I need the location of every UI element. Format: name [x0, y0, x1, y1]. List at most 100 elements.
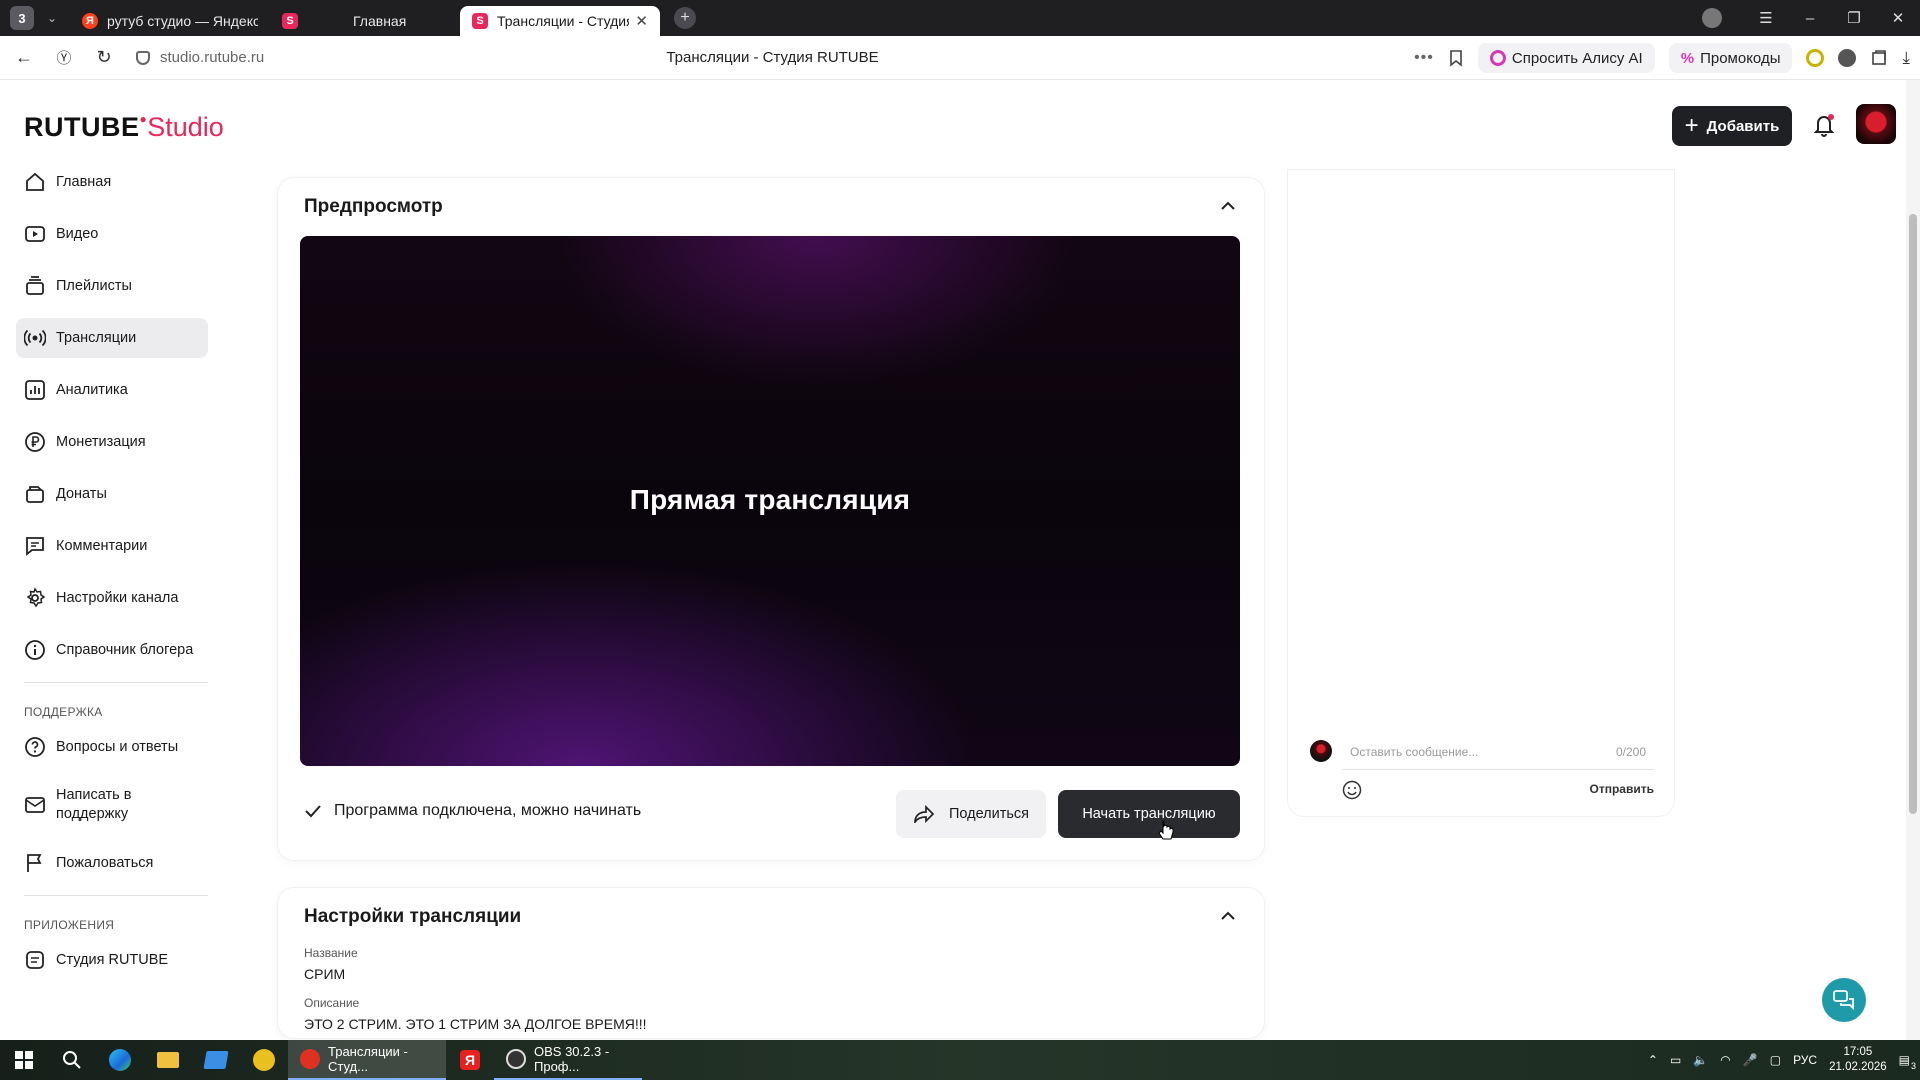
emoji-icon[interactable] [1342, 780, 1362, 800]
sidebar-item-channel-settings[interactable]: Настройки канала [16, 578, 208, 618]
sidebar-item-label: Справочник блогера [56, 642, 194, 658]
add-button[interactable]: + Добавить [1672, 106, 1792, 146]
donate-icon [26, 486, 44, 503]
chevron-up-icon[interactable]: ⌃ [1648, 1053, 1658, 1067]
browser-tab-title: Трансляции - Студия R [497, 13, 630, 29]
chevron-up-icon[interactable] [1220, 908, 1236, 924]
wifi-icon[interactable]: ◠ [1720, 1053, 1730, 1067]
taskbar-app-obs[interactable]: OBS 30.2.3 - Проф... [494, 1040, 642, 1080]
promo-button[interactable]: % Промокоды [1668, 43, 1793, 73]
url-text: studio.rutube.ru [160, 49, 265, 66]
chat-message-input[interactable]: Оставить сообщение... 0/200 [1342, 740, 1654, 770]
description-value[interactable]: ЭТО 2 СТРИМ. ЭТО 1 СТРИМ ЗА ДОЛГОЕ ВРЕМЯ… [304, 1016, 647, 1032]
notifications-icon[interactable]: ▤ 3 [1899, 1053, 1916, 1071]
sidebar-item-label: Аналитика [56, 382, 128, 398]
chevron-up-icon[interactable] [1220, 198, 1236, 214]
battery-icon[interactable]: ▭ [1670, 1053, 1681, 1067]
app-icon[interactable] [240, 1040, 288, 1080]
volume-icon[interactable]: 🔈 [1693, 1053, 1708, 1067]
close-window-icon[interactable]: ✕ [1876, 9, 1920, 27]
file-explorer-icon[interactable] [144, 1040, 192, 1080]
rutube-studio-icon: S [472, 13, 488, 29]
address-bar: ← Ⓨ ↻ studio.rutube.ru Трансляции - Студ… [0, 36, 1920, 80]
tab-counter[interactable]: 3 [10, 6, 34, 30]
studio-app-icon [26, 951, 44, 969]
page-scrollbar[interactable] [1906, 80, 1920, 1040]
display-icon[interactable]: ▢ [1770, 1053, 1781, 1067]
collections-icon[interactable] [1870, 49, 1888, 67]
sidebar-item-monetization[interactable]: Монетизация [16, 422, 208, 462]
video-preview[interactable]: Прямая трансляция [300, 236, 1240, 766]
sidebar-item-label: Вопросы и ответы [56, 739, 179, 755]
sidebar-item-contact-support[interactable]: Написать в поддержку [16, 779, 208, 831]
minimize-icon[interactable]: – [1788, 10, 1832, 27]
preview-card: Предпросмотр Прямая трансляция Программа… [278, 178, 1264, 860]
sidebar-item-donations[interactable]: Донаты [16, 474, 208, 514]
ask-alice-button[interactable]: Спросить Алису AI [1477, 43, 1655, 73]
start-broadcast-button[interactable]: Начать трансляцию [1058, 790, 1240, 838]
reload-icon[interactable]: ↻ [84, 47, 124, 68]
edge-browser-icon[interactable] [96, 1040, 144, 1080]
sidebar-item-video[interactable]: Видео [16, 214, 208, 254]
language-indicator[interactable]: РУС [1793, 1053, 1817, 1067]
bookmark-icon[interactable] [1448, 49, 1464, 67]
close-tab-icon[interactable]: ✕ [635, 12, 648, 30]
clock[interactable]: 17:05 21.02.2026 [1829, 1045, 1887, 1075]
sidebar-item-studio-app[interactable]: Студия RUTUBE [16, 940, 208, 980]
sidebar-item-analytics[interactable]: Аналитика [16, 370, 208, 410]
connection-status: Программа подключена, можно начинать [304, 802, 641, 820]
sidebar-item-label: Написать в поддержку [56, 787, 132, 822]
more-icon[interactable]: ••• [1414, 49, 1434, 67]
url-field[interactable]: studio.rutube.ru [136, 49, 264, 66]
notifications-bell-icon[interactable] [1812, 112, 1836, 138]
restore-icon[interactable]: ❐ [1832, 9, 1876, 27]
extension-icon[interactable] [1838, 49, 1857, 67]
extension-coin-icon[interactable] [1806, 49, 1825, 67]
sidebar-item-playlists[interactable]: Плейлисты [16, 266, 208, 306]
sidebar-item-label: Комментарии [56, 538, 148, 554]
download-icon[interactable]: ⤓ [1902, 48, 1910, 68]
taskbar-app-browser[interactable]: Трансляции - Студ... [288, 1040, 446, 1080]
sidebar-item-faq[interactable]: Вопросы и ответы [16, 727, 208, 767]
rutube-studio-logo[interactable]: RUTUBE●Studio [24, 112, 224, 143]
browser-tab-search[interactable]: Я рутуб студио — Яндекс: н [70, 6, 270, 36]
channel-avatar[interactable] [1856, 104, 1896, 144]
yandex-home-icon[interactable]: Ⓨ [44, 47, 84, 68]
system-tray: ⌃ ▭ 🔈 ◠ 🎤 ▢ РУС 17:05 21.02.2026 ▤ 3 [1648, 1040, 1916, 1080]
profile-icon[interactable] [1702, 8, 1722, 28]
sidebar-item-home[interactable]: Главная [16, 162, 208, 202]
search-icon[interactable] [48, 1040, 96, 1080]
scrollbar-thumb[interactable] [1909, 214, 1917, 814]
site-security-icon[interactable] [136, 50, 150, 65]
home-icon [26, 172, 44, 191]
chat-placeholder: Оставить сообщение... [1350, 745, 1479, 759]
share-button-label: Поделиться [948, 806, 1030, 822]
tabs-dropdown-icon[interactable]: ⌄ [40, 6, 64, 30]
microphone-icon[interactable]: 🎤 [1743, 1053, 1758, 1067]
windows-start-icon[interactable] [0, 1040, 48, 1080]
name-value[interactable]: СРИМ [304, 966, 345, 982]
menu-icon[interactable]: ☰ [1744, 9, 1788, 27]
back-icon[interactable]: ← [4, 47, 44, 68]
browser-tab-home[interactable]: S Главная [270, 6, 460, 36]
share-button[interactable]: Поделиться [896, 790, 1046, 838]
yandex-browser-icon [300, 1049, 320, 1069]
rutube-studio-icon: S [282, 13, 298, 29]
logo-main: RUTUBE [24, 112, 140, 142]
sidebar-item-report[interactable]: Пожаловаться [16, 843, 208, 883]
chat-send-button[interactable]: Отправить [1590, 782, 1654, 796]
sidebar-item-label: Донаты [56, 486, 107, 502]
sidebar-item-broadcasts[interactable]: Трансляции [16, 318, 208, 358]
yandex-icon[interactable]: Я [446, 1040, 494, 1080]
sidebar-item-comments[interactable]: Комментарии [16, 526, 208, 566]
chat-char-counter: 0/200 [1615, 745, 1646, 759]
store-icon[interactable] [192, 1040, 240, 1080]
help-chat-button[interactable] [1822, 978, 1866, 1022]
sidebar-divider [24, 895, 208, 896]
apps-heading: ПРИЛОЖЕНИЯ [24, 918, 115, 932]
new-tab-button[interactable]: + [674, 7, 696, 29]
browser-tab-broadcasts[interactable]: S Трансляции - Студия R ✕ [460, 6, 660, 36]
sidebar-item-blogger-guide[interactable]: Справочник блогера [16, 630, 208, 670]
sidebar-item-label: Пожаловаться [56, 855, 154, 871]
preview-title: Предпросмотр [304, 196, 443, 217]
